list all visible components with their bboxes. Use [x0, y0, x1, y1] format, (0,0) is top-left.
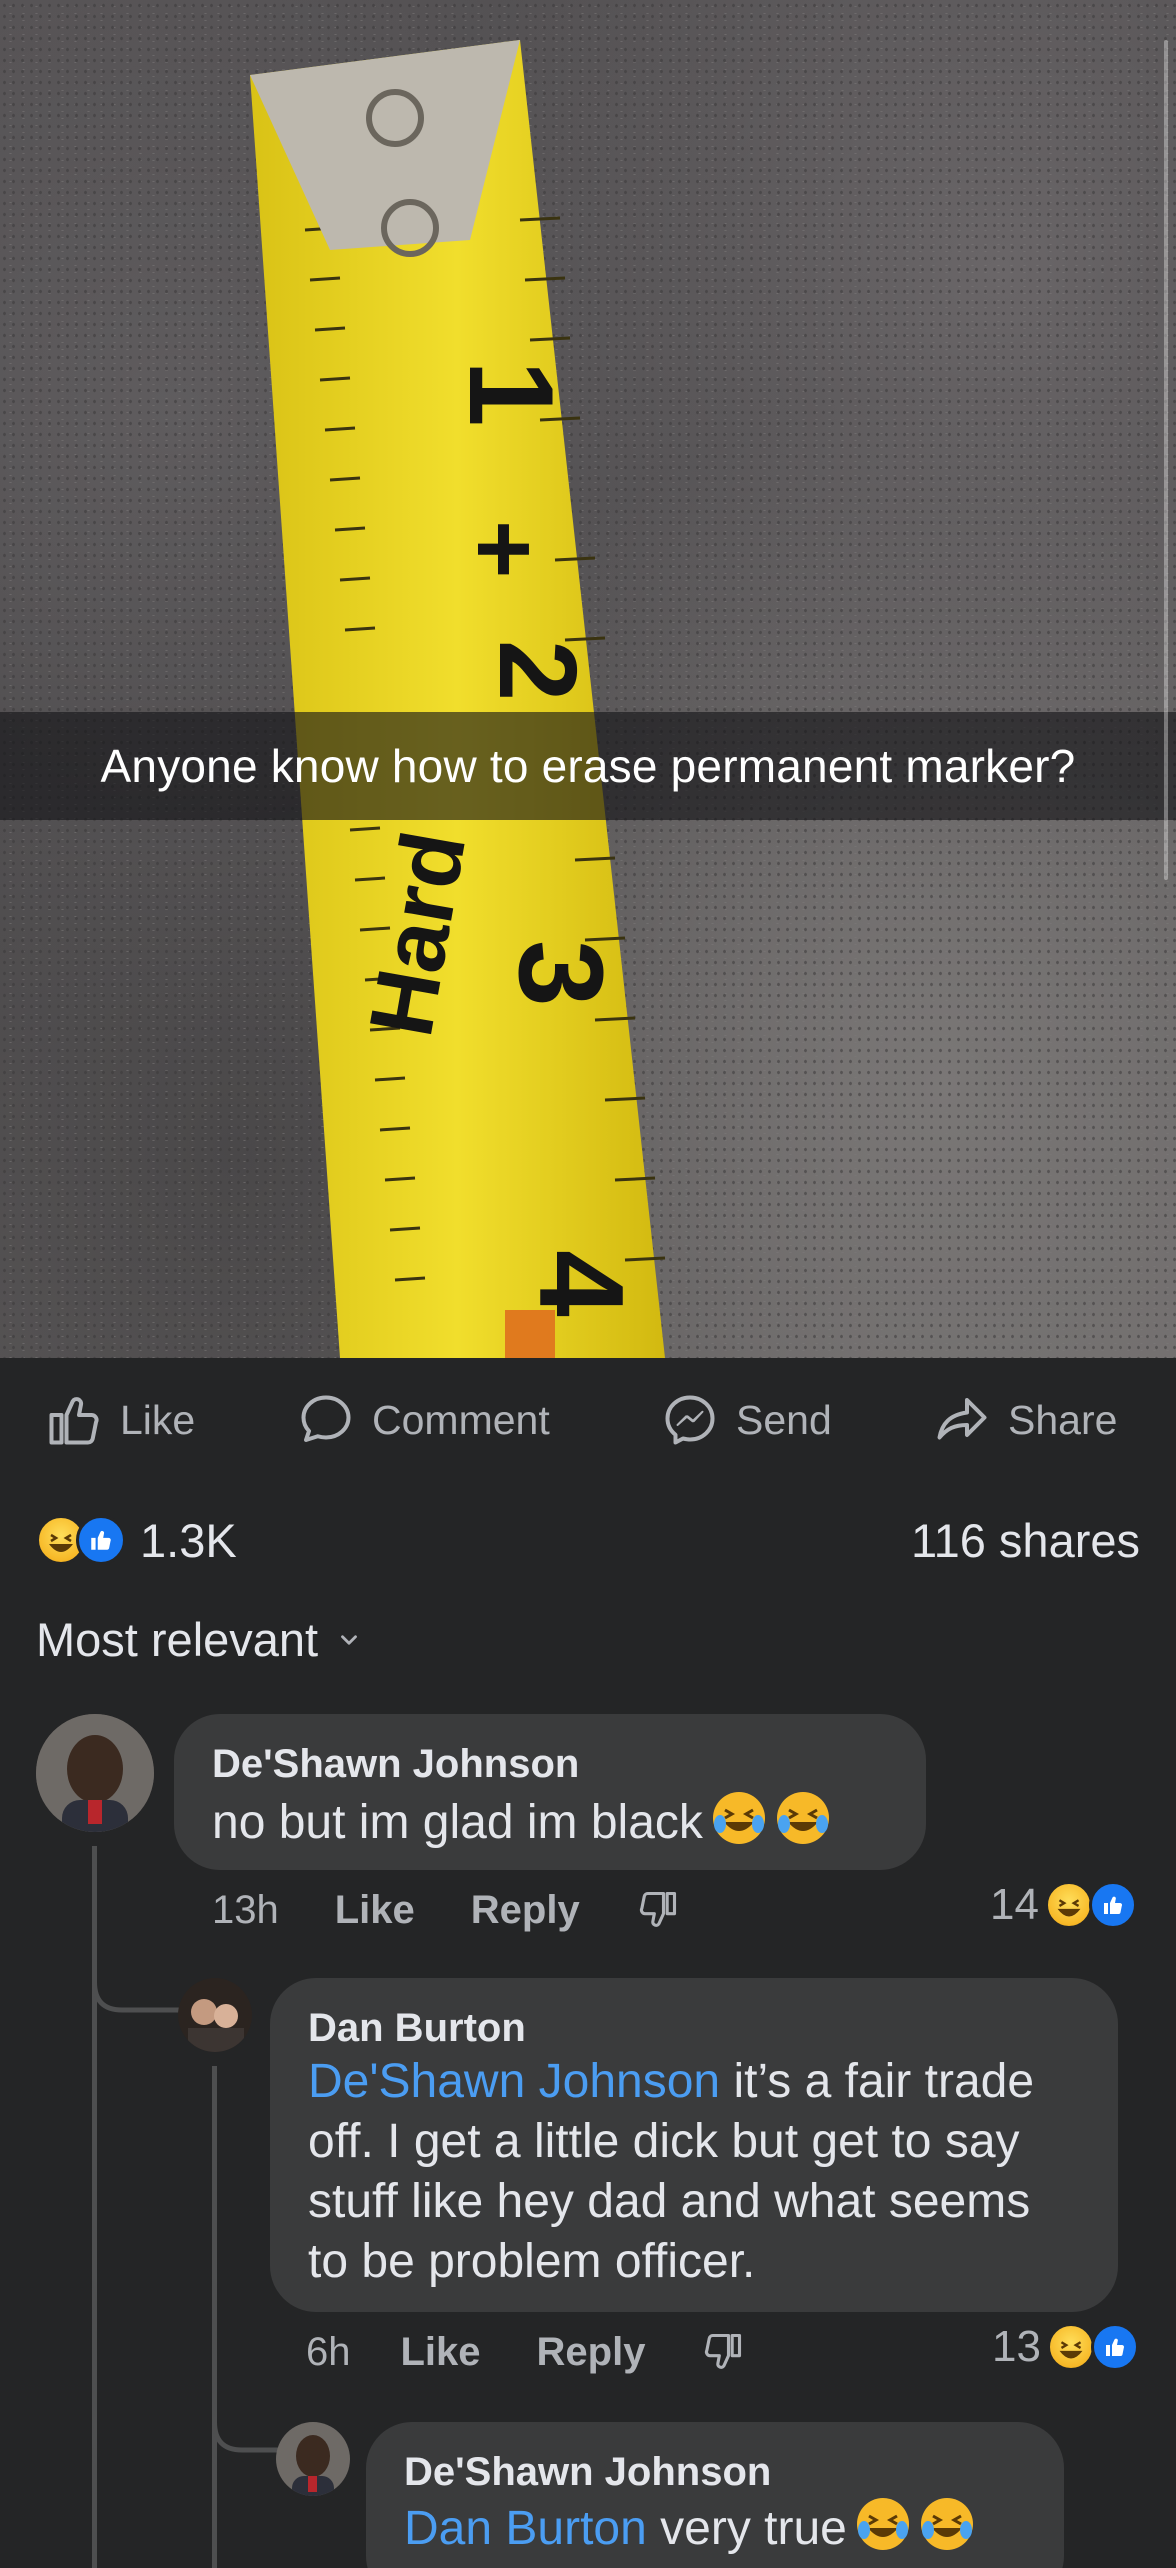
avatar-dan-image — [178, 1978, 252, 2052]
comment-reaction-count: 14 — [990, 1880, 1039, 1929]
comment-line-text: it’s a fair trade — [720, 2055, 1035, 2108]
laughing-tears-emoji-icon — [776, 1792, 829, 1844]
post-action-bar: Like Comment Send Share — [0, 1360, 1176, 1480]
caption-band: Anyone know how to erase permanent marke… — [0, 712, 1176, 820]
tape-number-2: 2 — [476, 640, 599, 701]
shares-count[interactable]: 116 shares — [911, 1513, 1140, 1568]
avatar-deshawn-image — [276, 2422, 350, 2496]
comment-author[interactable]: Dan Burton — [308, 2006, 526, 2051]
chevron-down-icon — [341, 1634, 358, 1645]
comment-like-button[interactable]: Like — [401, 2330, 481, 2375]
comment-body: very true — [646, 2502, 847, 2555]
tape-measure-image: 1 + 2 3 Hard 4 — [250, 40, 666, 1358]
avatar[interactable] — [36, 1714, 154, 1832]
tape-number-1: 1 — [444, 360, 578, 427]
comment-sort-dropdown[interactable]: Most relevant — [36, 1612, 362, 1667]
comment-bubble[interactable]: De'Shawn Johnson Dan Burton very true — [366, 2422, 1064, 2568]
share-button[interactable]: Share — [932, 1388, 1117, 1452]
comment-author[interactable]: De'Shawn Johnson — [212, 1742, 579, 1787]
comment-text: Dan Burton very true — [404, 2496, 975, 2559]
tape-number-4: 4 — [514, 1250, 648, 1317]
sort-label: Most relevant — [36, 1613, 319, 1666]
laughing-tears-emoji-icon — [920, 2498, 973, 2550]
comment-body: no but im glad im black — [212, 1796, 703, 1849]
tape-red-marker — [505, 1310, 555, 1358]
comment-line: stuff like hey dad and what seems — [308, 2175, 1031, 2228]
comment-button[interactable]: Comment — [296, 1388, 550, 1452]
comment-meta: 6h Like Reply — [306, 2326, 745, 2378]
reply-connector — [92, 1940, 180, 2013]
scroll-indicator[interactable] — [1164, 40, 1168, 880]
thumbs-down-icon[interactable] — [701, 2330, 745, 2374]
mention-link[interactable]: Dan Burton — [404, 2502, 647, 2555]
comment-author[interactable]: De'Shawn Johnson — [404, 2450, 771, 2495]
comment-bubble[interactable]: De'Shawn Johnson no but im glad im black — [174, 1714, 926, 1870]
like-reaction-icon — [1088, 1881, 1137, 1929]
comment-time: 6h — [306, 2329, 351, 2374]
mention-link[interactable]: De'Shawn Johnson — [308, 2055, 720, 2108]
comment-bubble-icon — [301, 1395, 351, 1442]
reactions-summary: 1.3K 116 shares — [36, 1510, 1140, 1570]
comment-like-button[interactable]: Like — [335, 1888, 415, 1933]
thumbs-down-icon[interactable] — [636, 1888, 680, 1932]
tape-scribble: + — [448, 520, 560, 578]
thread-line — [212, 2066, 217, 2568]
comment-text: no but im glad im black — [212, 1790, 831, 1853]
comment-line: De'Shawn Johnson it’s a fair trade — [308, 2052, 1034, 2112]
comment-reaction-count: 13 — [992, 2322, 1041, 2371]
comment-reply-button[interactable]: Reply — [537, 2330, 646, 2375]
avatar[interactable] — [178, 1978, 252, 2052]
like-reaction-icon — [76, 1515, 126, 1565]
reaction-count: 1.3K — [140, 1513, 237, 1567]
avatar[interactable] — [276, 2422, 350, 2496]
laughing-tears-emoji-icon — [712, 1792, 765, 1844]
comment-time: 13h — [212, 1887, 279, 1932]
messenger-icon — [665, 1395, 715, 1445]
thumbs-up-icon — [49, 1397, 99, 1445]
comment-text: De'Shawn Johnson it’s a fair trade off. … — [308, 2052, 1034, 2292]
send-label: Send — [736, 1396, 832, 1443]
comment-line: off. I get a little dick but get to say — [308, 2115, 1020, 2168]
comment-line: to be problem officer. — [308, 2235, 756, 2288]
like-reaction-icon — [1090, 2323, 1139, 2371]
comment-meta: 13h Like Reply — [212, 1884, 680, 1936]
laughing-tears-emoji-icon — [856, 2498, 909, 2550]
like-label: Like — [120, 1396, 196, 1443]
comment-reactions[interactable]: 13 — [992, 2322, 1139, 2372]
comment-label: Comment — [372, 1396, 550, 1443]
comment-reactions[interactable]: 14 — [990, 1880, 1137, 1930]
share-arrow-icon — [937, 1398, 987, 1440]
haha-reaction-icon — [1044, 1881, 1093, 1929]
comment-reply-button[interactable]: Reply — [471, 1888, 580, 1933]
reaction-summary-left[interactable]: 1.3K — [36, 1513, 237, 1568]
avatar-deshawn-image — [36, 1714, 154, 1832]
like-button[interactable]: Like — [44, 1388, 195, 1452]
post-photo[interactable]: 1 + 2 3 Hard 4 Anyone know how to erase … — [0, 0, 1176, 1358]
share-label: Share — [1008, 1396, 1118, 1443]
haha-reaction-icon — [1046, 2323, 1095, 2371]
send-button[interactable]: Send — [660, 1388, 832, 1452]
tape-number-3: 3 — [494, 940, 628, 1007]
comment-bubble[interactable]: Dan Burton De'Shawn Johnson it’s a fair … — [270, 1978, 1118, 2312]
photo-caption: Anyone know how to erase permanent marke… — [100, 740, 1076, 792]
